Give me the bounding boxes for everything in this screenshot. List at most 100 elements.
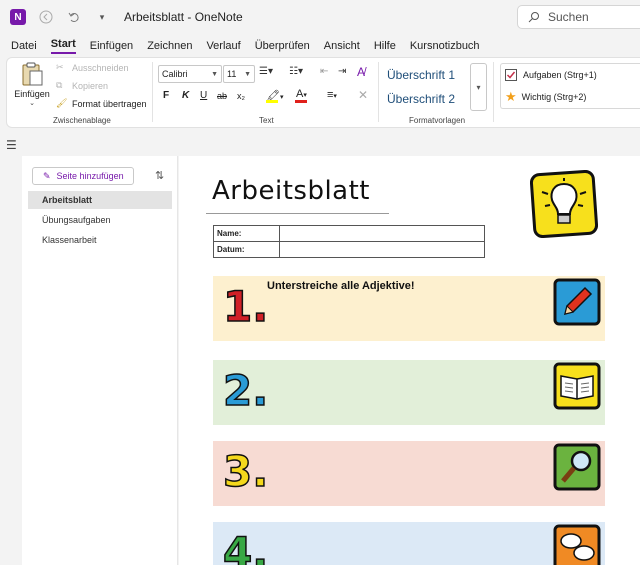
styles-group-label: Formatvorlagen [409, 116, 466, 125]
menu-ansicht[interactable]: Ansicht [324, 40, 360, 52]
numbering-icon[interactable]: ☷▾ [289, 66, 303, 77]
task-block-2[interactable]: 2. [213, 360, 605, 425]
tag-todo-label: Aufgaben (Strg+1) [523, 70, 597, 80]
page-item-uebungsaufgaben[interactable]: Übungsaufgaben [28, 211, 172, 229]
note-canvas[interactable]: Arbeitsblatt Name: Datum: 1. Unterstreic… [179, 156, 640, 565]
task-block-1[interactable]: 1. Unterstreiche alle Adjektive! [213, 276, 605, 341]
menu-ueberpruefen[interactable]: Überprüfen [255, 40, 310, 52]
table-row: Datum: [213, 241, 485, 258]
menu-kursnotizbuch[interactable]: Kursnotizbuch [410, 40, 480, 52]
font-name-select[interactable]: Calibri ▼ [158, 65, 222, 83]
highlight-color-swatch [266, 100, 278, 103]
font-size-value: 11 [227, 69, 237, 79]
paste-dropdown-icon[interactable]: ⌄ [14, 99, 50, 107]
page-item-arbeitsblatt[interactable]: Arbeitsblatt [28, 191, 172, 209]
undo-icon[interactable] [66, 9, 82, 25]
add-page-label: Seite hinzufügen [56, 171, 124, 181]
increase-indent-icon[interactable]: ⇥ [338, 66, 346, 77]
number-4-icon: 4. [222, 527, 265, 565]
task-number: 3. [223, 447, 265, 494]
clear-formatting-icon[interactable]: A̸ [357, 65, 365, 79]
task-block-4[interactable]: 4. [213, 522, 605, 565]
task-number: 2. [223, 366, 265, 413]
bullets-icon[interactable]: ☰▾ [259, 66, 273, 77]
search-input[interactable]: Suchen [517, 5, 640, 29]
add-page-icon: ✎ [43, 170, 51, 181]
table-row: Name: [213, 225, 485, 242]
back-icon[interactable] [38, 9, 54, 25]
delete-icon[interactable]: ✕ [358, 88, 368, 102]
name-field[interactable] [279, 225, 485, 242]
scissors-icon: ✂ [56, 62, 64, 72]
text-group-label: Text [259, 116, 274, 125]
style-heading-2[interactable]: Überschrift 2 [384, 87, 468, 111]
title-bar: N ▾ Arbeitsblatt - OneNote Suchen [0, 0, 640, 34]
task-number: 1. [223, 282, 265, 329]
task-block-3[interactable]: 3. [213, 441, 605, 506]
date-field[interactable] [279, 241, 485, 258]
font-name-value: Calibri [162, 69, 188, 79]
magnifier-icon [553, 443, 601, 491]
number-2-icon: 2. [222, 365, 265, 413]
paintbrush-icon: 🖌 [56, 98, 68, 108]
copy-icon: ⧉ [56, 80, 63, 90]
copy-label: Kopieren [72, 81, 109, 91]
title-underline [206, 213, 389, 214]
styles-more-icon[interactable]: ▾ [470, 63, 487, 111]
style-heading-1[interactable]: Überschrift 1 [384, 63, 468, 87]
onenote-logo-icon: N [10, 9, 26, 25]
tag-important[interactable]: ★ Wichtig (Strg+2) [501, 86, 640, 108]
menu-verlauf[interactable]: Verlauf [206, 40, 240, 52]
menu-start[interactable]: Start [50, 38, 76, 54]
italic-button[interactable]: K [182, 90, 189, 101]
format-painter-button[interactable]: 🖌 Format übertragen [56, 98, 147, 110]
page-list-pane: ✎ Seite hinzufügen ⇅ Arbeitsblatt Übungs… [22, 156, 178, 565]
checkbox-icon [505, 69, 517, 81]
tags-gallery: Aufgaben (Strg+1) ★ Wichtig (Strg+2) [500, 63, 640, 109]
sort-pages-icon[interactable]: ⇅ [155, 169, 164, 182]
clipboard-group-label: Zwischenablage [53, 116, 111, 125]
ribbon-separator [493, 62, 494, 122]
chevron-down-icon: ▼ [244, 70, 251, 78]
bold-button[interactable]: F [163, 90, 169, 101]
ribbon-separator [378, 62, 379, 122]
font-color-swatch [295, 100, 307, 103]
font-size-select[interactable]: 11 ▼ [223, 65, 255, 83]
task-number: 4. [223, 528, 265, 565]
menu-hilfe[interactable]: Hilfe [374, 40, 396, 52]
clipboard-icon [22, 62, 43, 86]
hamburger-menu-icon[interactable]: ☰ [6, 138, 17, 152]
underline-button[interactable]: U [200, 90, 207, 101]
paste-label: Einfügen [14, 89, 50, 99]
search-icon [528, 12, 539, 23]
menu-einfuegen[interactable]: Einfügen [90, 40, 133, 52]
add-page-button[interactable]: ✎ Seite hinzufügen [32, 167, 134, 185]
menu-datei[interactable]: Datei [11, 40, 37, 52]
date-label: Datum: [213, 241, 280, 258]
align-icon[interactable]: ≡▾ [327, 89, 337, 101]
cut-button[interactable]: ✂ Ausschneiden [56, 62, 129, 74]
paste-button[interactable]: Einfügen ⌄ [14, 61, 50, 107]
cut-label: Ausschneiden [72, 63, 129, 73]
book-icon [553, 362, 601, 410]
lightbulb-icon [530, 170, 598, 238]
star-icon: ★ [505, 89, 517, 104]
styles-gallery: Überschrift 1 Überschrift 2 [384, 63, 468, 111]
tag-todo[interactable]: Aufgaben (Strg+1) [501, 64, 640, 86]
copy-button[interactable]: ⧉ Kopieren [56, 80, 108, 92]
subscript-button[interactable]: x₂ [237, 91, 245, 101]
ribbon-separator [152, 62, 153, 122]
page-title[interactable]: Arbeitsblatt [212, 176, 370, 206]
strikethrough-button[interactable]: ab [217, 91, 227, 101]
search-placeholder: Suchen [548, 10, 589, 24]
decrease-indent-icon[interactable]: ⇤ [320, 66, 328, 77]
number-3-icon: 3. [222, 446, 265, 494]
font-color-icon[interactable]: A▾ [296, 88, 307, 100]
task-instruction[interactable]: Unterstreiche alle Adjektive! [267, 280, 415, 292]
window-title: Arbeitsblatt - OneNote [124, 10, 243, 24]
speech-bubbles-icon [553, 524, 601, 565]
customize-quick-access-icon[interactable]: ▾ [94, 9, 110, 25]
name-label: Name: [213, 225, 280, 242]
page-item-klassenarbeit[interactable]: Klassenarbeit [28, 231, 172, 249]
menu-zeichnen[interactable]: Zeichnen [147, 40, 192, 52]
